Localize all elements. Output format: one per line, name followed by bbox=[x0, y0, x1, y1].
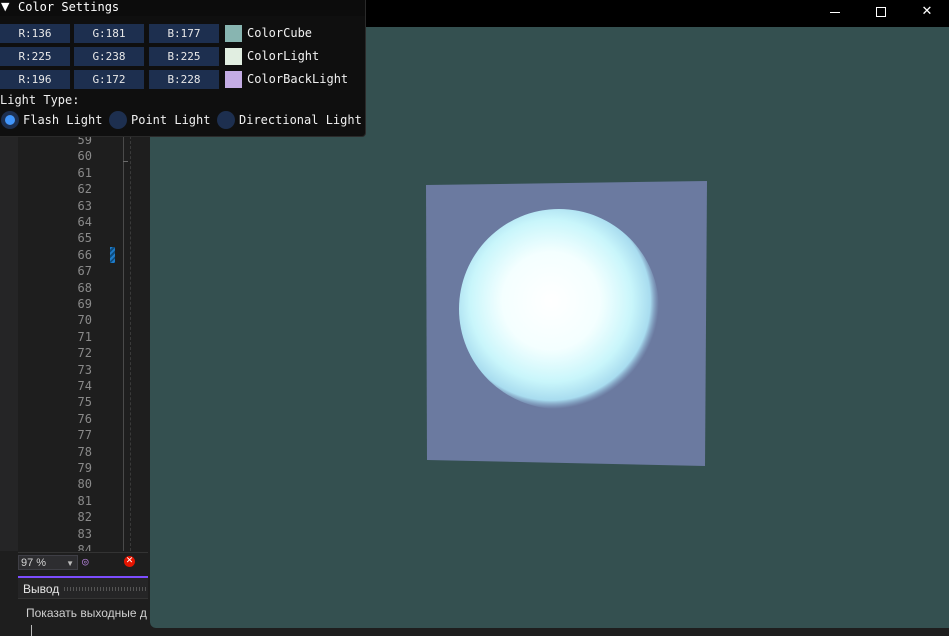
indent-guide-line bbox=[130, 136, 131, 551]
change-marker bbox=[110, 247, 115, 263]
panel-grip[interactable] bbox=[64, 587, 148, 591]
chevron-down-icon: ▼ bbox=[66, 559, 74, 568]
ide-side-strip bbox=[0, 136, 18, 551]
color-row-light: R:225 G:238 B:225 ColorLight bbox=[0, 47, 365, 67]
minimize-button[interactable] bbox=[811, 0, 857, 26]
panel-title: Color Settings bbox=[18, 0, 120, 14]
radio-indicator[interactable] bbox=[217, 111, 235, 129]
line-number: 71 bbox=[77, 329, 92, 344]
output-panel: Вывод Показать выходные д bbox=[18, 576, 148, 636]
red-input[interactable]: R:225 bbox=[0, 47, 70, 66]
line-number: 80 bbox=[77, 477, 92, 492]
panel-title-bar[interactable]: ▼ Color Settings bbox=[0, 0, 365, 16]
red-input[interactable]: R:136 bbox=[0, 24, 70, 43]
color-swatch[interactable] bbox=[225, 25, 242, 42]
line-number: 66 bbox=[77, 247, 92, 262]
line-number: 76 bbox=[77, 411, 92, 426]
radio-indicator[interactable] bbox=[109, 111, 127, 129]
green-input[interactable]: G:238 bbox=[74, 47, 144, 66]
line-number: 82 bbox=[77, 510, 92, 525]
radio-label[interactable]: Flash Light bbox=[23, 111, 102, 129]
line-number: 84 bbox=[77, 543, 92, 551]
green-input[interactable]: G:181 bbox=[74, 24, 144, 43]
line-number: 70 bbox=[77, 313, 92, 328]
fold-guide-line bbox=[123, 136, 124, 551]
light-type-label: Light Type: bbox=[0, 93, 80, 107]
maximize-icon bbox=[876, 7, 886, 17]
maximize-button[interactable] bbox=[858, 0, 904, 26]
light-spot bbox=[459, 209, 659, 409]
line-number: 83 bbox=[77, 526, 92, 541]
minimize-icon bbox=[830, 12, 840, 13]
color-settings-panel: ▼ Color Settings R:136 G:181 B:177 Color… bbox=[0, 0, 366, 137]
color-label: ColorCube bbox=[247, 26, 313, 40]
radio-indicator[interactable] bbox=[1, 111, 19, 129]
radio-label[interactable]: Point Light bbox=[131, 111, 210, 129]
fold-tick bbox=[123, 161, 128, 162]
close-button[interactable]: ✕ bbox=[904, 0, 949, 26]
blue-input[interactable]: B:228 bbox=[149, 70, 219, 89]
line-number: 60 bbox=[77, 149, 92, 164]
close-icon: ✕ bbox=[921, 4, 933, 19]
line-number: 67 bbox=[77, 264, 92, 279]
text-cursor bbox=[31, 625, 32, 636]
output-toolbar: Показать выходные д bbox=[18, 598, 148, 636]
line-number: 62 bbox=[77, 182, 92, 197]
blue-input[interactable]: B:177 bbox=[149, 24, 219, 43]
editor-status-bar: 97 % ▼ ◎ ✕ bbox=[18, 552, 148, 573]
line-number: 74 bbox=[77, 379, 92, 393]
line-number-gutter: 59 60 61 62 63 64 65 66 67 68 69 70 71 72 73 74 75 76 77 78… bbox=[36, 130, 92, 551]
line-number: 79 bbox=[77, 461, 92, 475]
line-number: 63 bbox=[77, 198, 92, 213]
collapse-arrow-icon[interactable]: ▼ bbox=[1, 0, 9, 14]
line-number: 81 bbox=[77, 493, 92, 508]
code-cleanup-icon[interactable]: ◎ bbox=[82, 556, 94, 568]
line-number: 64 bbox=[77, 215, 92, 229]
color-row-backlight: R:196 G:172 B:228 ColorBackLight bbox=[0, 70, 365, 90]
color-label: ColorLight bbox=[247, 49, 320, 63]
error-icon[interactable]: ✕ bbox=[124, 556, 135, 567]
line-number: 68 bbox=[77, 280, 92, 295]
line-number: 72 bbox=[77, 346, 92, 361]
radio-label[interactable]: Directional Light bbox=[239, 111, 362, 129]
lit-cube bbox=[426, 181, 707, 466]
green-input[interactable]: G:172 bbox=[74, 70, 144, 89]
panel-accent bbox=[18, 576, 148, 578]
color-swatch[interactable] bbox=[225, 48, 242, 65]
line-number: 65 bbox=[77, 231, 92, 246]
blue-input[interactable]: B:225 bbox=[149, 47, 219, 66]
color-row-cube: R:136 G:181 B:177 ColorCube bbox=[0, 24, 365, 44]
output-panel-title[interactable]: Вывод bbox=[23, 582, 59, 596]
line-number: 69 bbox=[77, 297, 92, 311]
color-label: ColorBackLight bbox=[247, 72, 349, 86]
red-input[interactable]: R:196 bbox=[0, 70, 70, 89]
line-number: 75 bbox=[77, 395, 92, 410]
zoom-dropdown[interactable]: 97 % ▼ bbox=[18, 555, 78, 570]
line-number: 73 bbox=[77, 362, 92, 377]
line-number: 78 bbox=[77, 444, 92, 459]
output-source-label[interactable]: Показать выходные д bbox=[26, 606, 147, 620]
line-number: 77 bbox=[77, 428, 92, 443]
ide-margin bbox=[18, 136, 37, 551]
zoom-value: 97 % bbox=[21, 557, 47, 569]
color-swatch[interactable] bbox=[225, 71, 242, 88]
line-number: 61 bbox=[77, 165, 92, 180]
